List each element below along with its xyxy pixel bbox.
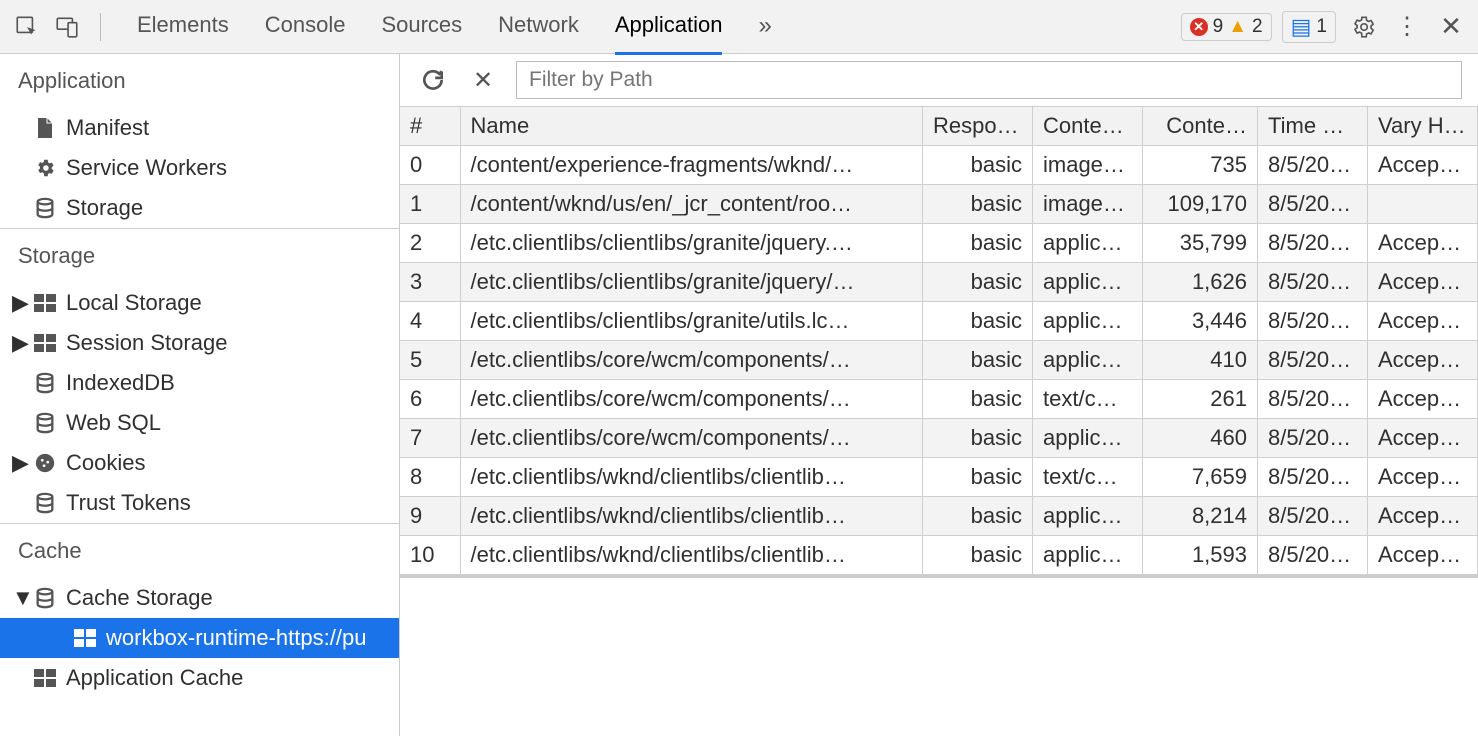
col-header[interactable]: Vary H… xyxy=(1368,107,1478,146)
sidebar-item-service-workers[interactable]: Service Workers xyxy=(0,148,399,188)
db-icon xyxy=(34,197,56,219)
sidebar-item-label: workbox-runtime-https://pu xyxy=(106,625,366,651)
tab-console[interactable]: Console xyxy=(265,0,346,55)
doc-icon xyxy=(34,117,56,139)
expand-triangle-icon[interactable]: ▶ xyxy=(10,290,24,316)
sidebar-item-workbox-runtime-https-pu[interactable]: workbox-runtime-https://pu xyxy=(0,618,399,658)
filter-input[interactable] xyxy=(516,61,1462,99)
sidebar-item-label: Web SQL xyxy=(66,410,161,436)
devtools-toolbar: Elements Console Sources Network Applica… xyxy=(0,0,1478,54)
table-icon xyxy=(34,332,56,354)
section-cache: Cache xyxy=(0,523,399,578)
db-icon xyxy=(34,492,56,514)
divider xyxy=(100,13,101,41)
close-devtools-icon[interactable]: ✕ xyxy=(1434,10,1468,44)
gear-icon xyxy=(34,157,56,179)
sidebar-item-cache-storage[interactable]: ▼ Cache Storage xyxy=(0,578,399,618)
sidebar-item-local-storage[interactable]: ▶ Local Storage xyxy=(0,283,399,323)
refresh-icon[interactable] xyxy=(416,63,450,97)
col-header[interactable]: Conte… xyxy=(1033,107,1143,146)
sidebar-item-web-sql[interactable]: Web SQL xyxy=(0,403,399,443)
table-row[interactable]: 6/etc.clientlibs/core/wcm/components/…ba… xyxy=(400,380,1478,419)
sidebar-item-application-cache[interactable]: Application Cache xyxy=(0,658,399,698)
col-header[interactable]: Name xyxy=(460,107,923,146)
kebab-menu-icon[interactable]: ⋮ xyxy=(1390,10,1424,44)
tab-sources[interactable]: Sources xyxy=(381,0,462,55)
application-sidebar: Application Manifest Service Workers Stora… xyxy=(0,54,400,736)
table-row[interactable]: 8/etc.clientlibs/wknd/clientlibs/clientl… xyxy=(400,458,1478,497)
table-row[interactable]: 9/etc.clientlibs/wknd/clientlibs/clientl… xyxy=(400,497,1478,536)
sidebar-item-label: Local Storage xyxy=(66,290,202,316)
error-icon: ✕ xyxy=(1190,18,1208,36)
content-toolbar: ✕ xyxy=(400,54,1478,106)
table-row[interactable]: 7/etc.clientlibs/core/wcm/components/…ba… xyxy=(400,419,1478,458)
sidebar-item-label: Cache Storage xyxy=(66,585,213,611)
toolbar-right: ✕ 9 ▲ 2 ▤ 1 ⋮ ✕ xyxy=(1181,10,1468,44)
device-toggle-icon[interactable] xyxy=(50,10,84,44)
sidebar-item-storage[interactable]: Storage xyxy=(0,188,399,228)
sidebar-item-label: Cookies xyxy=(66,450,145,476)
cookie-icon xyxy=(34,452,56,474)
sidebar-item-trust-tokens[interactable]: Trust Tokens xyxy=(0,483,399,523)
expand-triangle-icon[interactable]: ▼ xyxy=(10,585,24,611)
sidebar-item-manifest[interactable]: Manifest xyxy=(0,108,399,148)
table-row[interactable]: 0/content/experience-fragments/wknd/…bas… xyxy=(400,146,1478,185)
message-icon: ▤ xyxy=(1291,14,1312,40)
table-row[interactable]: 2/etc.clientlibs/clientlibs/granite/jque… xyxy=(400,224,1478,263)
table-row[interactable]: 4/etc.clientlibs/clientlibs/granite/util… xyxy=(400,302,1478,341)
sidebar-item-indexeddb[interactable]: IndexedDB xyxy=(0,363,399,403)
issues-pill[interactable]: ✕ 9 ▲ 2 xyxy=(1181,13,1272,41)
cache-table: #NameRespo…Conte…Conte…Time …Vary H… 0/c… xyxy=(400,106,1478,575)
sidebar-item-label: Application Cache xyxy=(66,665,243,691)
table-row[interactable]: 3/etc.clientlibs/clientlibs/granite/jque… xyxy=(400,263,1478,302)
table-icon xyxy=(34,292,56,314)
table-row[interactable]: 5/etc.clientlibs/core/wcm/components/…ba… xyxy=(400,341,1478,380)
tab-application[interactable]: Application xyxy=(615,0,723,55)
sidebar-item-label: Trust Tokens xyxy=(66,490,191,516)
sidebar-item-label: Manifest xyxy=(66,115,149,141)
section-application: Application xyxy=(0,54,399,108)
tab-network[interactable]: Network xyxy=(498,0,579,55)
clear-filter-icon[interactable]: ✕ xyxy=(466,63,500,97)
table-icon xyxy=(34,667,56,689)
section-storage: Storage xyxy=(0,228,399,283)
inspect-element-icon[interactable] xyxy=(10,10,44,44)
sidebar-item-cookies[interactable]: ▶ Cookies xyxy=(0,443,399,483)
sidebar-item-label: IndexedDB xyxy=(66,370,175,396)
expand-triangle-icon[interactable]: ▶ xyxy=(10,330,24,356)
table-row[interactable]: 10/etc.clientlibs/wknd/clientlibs/client… xyxy=(400,536,1478,575)
sidebar-item-session-storage[interactable]: ▶ Session Storage xyxy=(0,323,399,363)
tab-elements[interactable]: Elements xyxy=(137,0,229,55)
devtools-tabs: Elements Console Sources Network Applica… xyxy=(137,0,772,55)
col-header[interactable]: Time … xyxy=(1258,107,1368,146)
table-icon xyxy=(74,627,96,649)
settings-icon[interactable] xyxy=(1346,10,1380,44)
detail-pane xyxy=(400,575,1478,736)
col-header[interactable]: # xyxy=(400,107,460,146)
messages-pill[interactable]: ▤ 1 xyxy=(1282,11,1336,43)
db-icon xyxy=(34,587,56,609)
warning-icon: ▲ xyxy=(1228,16,1247,38)
col-header[interactable]: Conte… xyxy=(1143,107,1258,146)
cache-content: ✕ #NameRespo…Conte…Conte…Time …Vary H… 0… xyxy=(400,54,1478,736)
error-count: 9 xyxy=(1213,16,1224,38)
sidebar-item-label: Storage xyxy=(66,195,143,221)
sidebar-item-label: Session Storage xyxy=(66,330,227,356)
more-tabs-icon[interactable]: » xyxy=(758,0,771,55)
expand-triangle-icon[interactable]: ▶ xyxy=(10,450,24,476)
db-icon xyxy=(34,372,56,394)
warning-count: 2 xyxy=(1252,16,1263,38)
db-icon xyxy=(34,412,56,434)
sidebar-item-label: Service Workers xyxy=(66,155,227,181)
message-count: 1 xyxy=(1316,16,1327,38)
table-row[interactable]: 1/content/wknd/us/en/_jcr_content/roo…ba… xyxy=(400,185,1478,224)
col-header[interactable]: Respo… xyxy=(923,107,1033,146)
